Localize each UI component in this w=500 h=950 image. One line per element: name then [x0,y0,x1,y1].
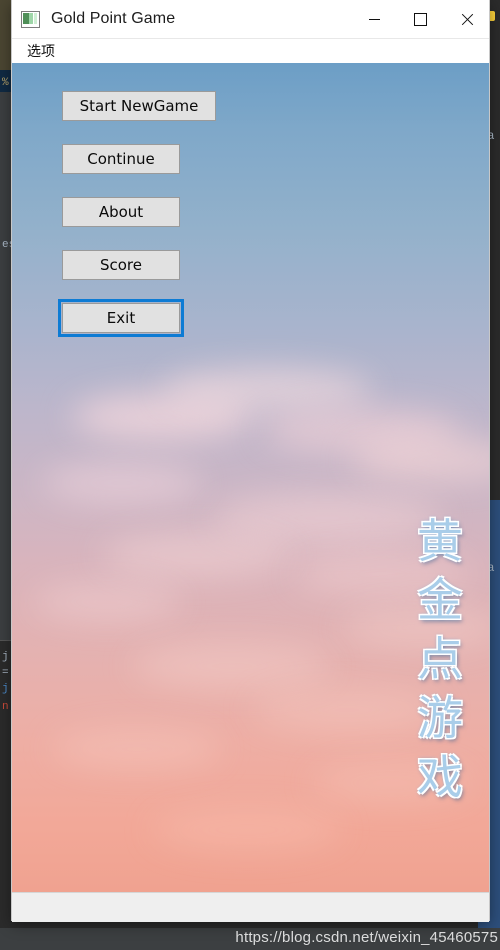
cloud-shape [102,533,292,577]
cloud-shape [352,438,489,482]
gold-point-game-window: Gold Point Game 选项 Start NewGame Continue… [12,0,489,922]
cloud-shape [212,493,442,543]
cloud-shape [52,728,222,770]
minimize-icon[interactable] [351,0,397,38]
cloud-shape [252,688,442,732]
code-fragment: n [2,701,9,713]
game-button-start-newgame[interactable]: Start NewGame [62,91,216,121]
cloud-shape [72,393,252,441]
cloud-shape [132,643,332,689]
menu-item-options[interactable]: 选项 [22,39,60,63]
window-titlebar[interactable]: Gold Point Game [12,0,489,38]
code-fragment: j [2,651,9,663]
menu-bar: 选项 [12,38,489,63]
title-character-4: 戏 [417,750,463,804]
code-fragment: j [2,683,9,695]
title-character-2: 点 [417,632,463,686]
main-menu-button-stack: Start NewGame Continue About Score Exit [58,91,216,337]
cloud-shape [32,583,182,621]
game-canvas: Start NewGame Continue About Score Exit 黄金点游… [12,63,489,892]
title-character-3: 游 [417,691,463,745]
title-character-0: 黄 [417,514,463,568]
game-button-exit[interactable]: Exit [58,299,184,337]
game-button-continue[interactable]: Continue [62,144,180,174]
vertical-game-title: 黄金点游戏 [417,518,463,800]
close-icon[interactable] [443,0,489,38]
image-app-icon [21,10,40,28]
maximize-icon[interactable] [397,0,443,38]
cloud-shape [262,408,462,454]
cloud-shape [152,808,342,852]
cloud-shape [342,608,489,648]
watermark-text: https://blog.csdn.net/weixin_45460575 [235,929,498,946]
window-status-bar [12,892,489,922]
game-button-score[interactable]: Score [62,250,180,280]
desktop-background: scaowos/i"i-wosca %esj=jn: Gold Point Ga… [0,0,500,950]
code-fragment: % [2,77,9,89]
game-button-about[interactable]: About [62,197,180,227]
window-title: Gold Point Game [51,10,176,27]
cloud-shape [42,463,202,503]
title-character-1: 金 [417,573,463,627]
cloud-shape [162,368,372,410]
code-fragment: = [2,667,9,679]
window-controls [351,0,489,38]
